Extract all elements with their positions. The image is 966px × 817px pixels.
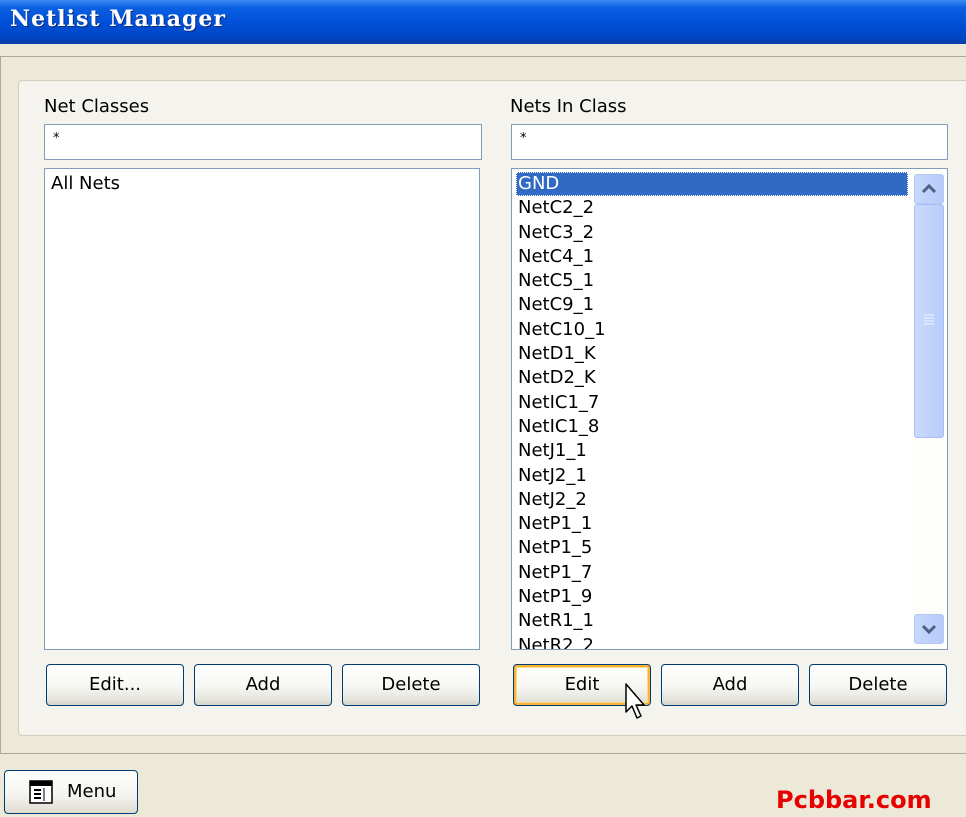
list-item[interactable]: NetC4_1 bbox=[512, 245, 947, 269]
list-item[interactable]: NetP1_5 bbox=[512, 536, 947, 560]
list-item[interactable]: NetC2_2 bbox=[512, 196, 947, 220]
chevron-down-icon bbox=[921, 624, 937, 635]
menu-button[interactable]: Menu bbox=[4, 770, 138, 814]
scroll-thumb[interactable] bbox=[914, 204, 944, 438]
list-item[interactable]: NetJ2_2 bbox=[512, 488, 947, 512]
list-item[interactable]: NetIC1_7 bbox=[512, 391, 947, 415]
selected-label: GND bbox=[516, 172, 908, 196]
list-item[interactable]: NetJ1_1 bbox=[512, 439, 947, 463]
list-item[interactable]: NetC10_1 bbox=[512, 318, 947, 342]
net-classes-list[interactable]: All Nets bbox=[44, 168, 480, 650]
list-item[interactable]: NetP1_9 bbox=[512, 585, 947, 609]
mouse-cursor-icon bbox=[625, 683, 645, 719]
list-item[interactable]: NetJ2_1 bbox=[512, 464, 947, 488]
nets-in-class-label: Nets In Class bbox=[510, 96, 627, 117]
scroll-down-button[interactable] bbox=[914, 614, 944, 644]
list-item[interactable]: NetD1_K bbox=[512, 342, 947, 366]
list-item[interactable]: NetD2_K bbox=[512, 366, 947, 390]
nets-in-class-filter-input[interactable]: * bbox=[511, 124, 948, 160]
list-item[interactable]: NetP1_7 bbox=[512, 561, 947, 585]
window-title: Netlist Manager bbox=[10, 6, 227, 32]
scroll-up-button[interactable] bbox=[914, 174, 944, 204]
nets-in-class-list[interactable]: GND NetC2_2 NetC3_2 NetC4_1 NetC5_1 NetC… bbox=[511, 168, 948, 650]
list-item[interactable]: NetIC1_8 bbox=[512, 415, 947, 439]
net-classes-edit-button[interactable]: Edit... bbox=[46, 664, 184, 706]
list-item[interactable]: NetP1_1 bbox=[512, 512, 947, 536]
list-item[interactable]: NetC9_1 bbox=[512, 293, 947, 317]
net-classes-label: Net Classes bbox=[44, 96, 150, 117]
title-bar: Netlist Manager bbox=[0, 0, 966, 44]
net-classes-add-button[interactable]: Add bbox=[194, 664, 332, 706]
list-item[interactable]: NetC3_2 bbox=[512, 221, 947, 245]
nets-scrollbar[interactable] bbox=[912, 170, 946, 646]
list-item[interactable]: NetR1_1 bbox=[512, 609, 947, 633]
list-item[interactable]: All Nets bbox=[45, 169, 479, 196]
menu-icon bbox=[29, 780, 53, 804]
grip-icon bbox=[924, 314, 934, 325]
watermark-text: Pcbbar.com bbox=[776, 786, 932, 814]
menu-label: Menu bbox=[67, 781, 117, 802]
nets-delete-button[interactable]: Delete bbox=[809, 664, 947, 706]
nets-add-button[interactable]: Add bbox=[661, 664, 799, 706]
net-classes-delete-button[interactable]: Delete bbox=[342, 664, 480, 706]
chevron-up-icon bbox=[921, 183, 937, 194]
list-item-selected[interactable]: GND bbox=[512, 172, 947, 196]
list-item[interactable]: NetC5_1 bbox=[512, 269, 947, 293]
list-item[interactable]: NetR2_2 bbox=[512, 634, 947, 649]
net-classes-filter-input[interactable]: * bbox=[44, 124, 482, 160]
